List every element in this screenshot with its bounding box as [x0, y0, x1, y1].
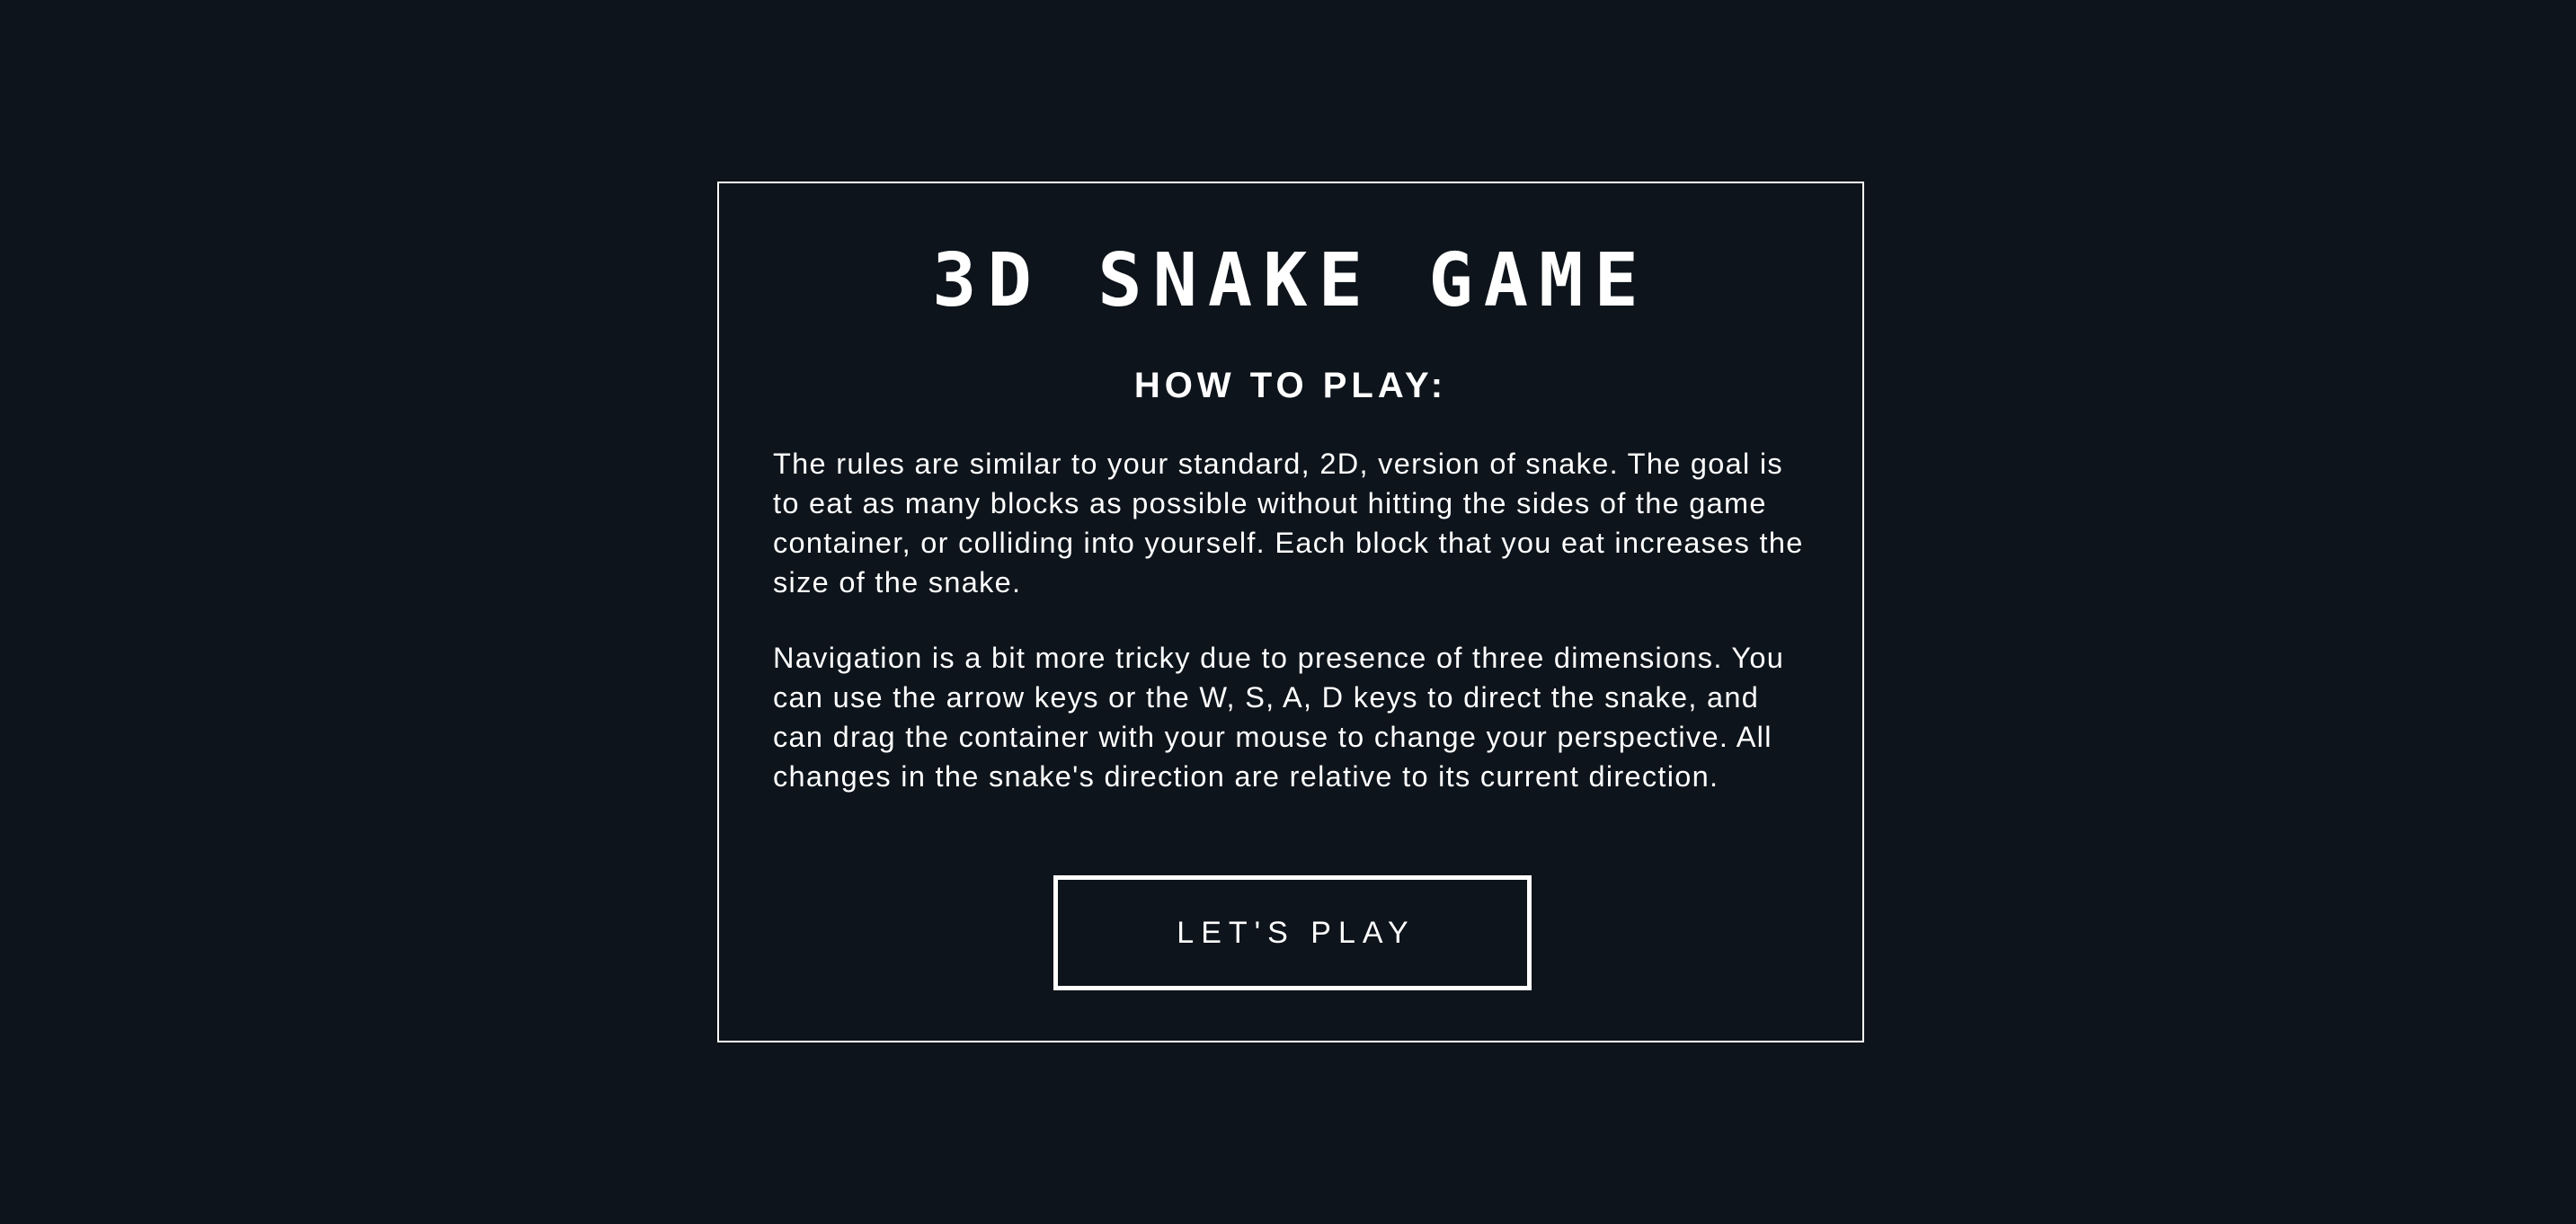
lets-play-button[interactable]: LET'S PLAY	[1053, 875, 1532, 990]
instructions-modal: 3D SNAKE GAME HOW TO PLAY: The rules are…	[717, 182, 1864, 1042]
navigation-paragraph: Navigation is a bit more tricky due to p…	[773, 642, 1785, 793]
how-to-play-heading: HOW TO PLAY:	[1133, 366, 1448, 405]
game-title: 3D SNAKE GAME	[932, 238, 1649, 324]
rules-paragraph: The rules are similar to your standard, …	[773, 448, 1804, 599]
